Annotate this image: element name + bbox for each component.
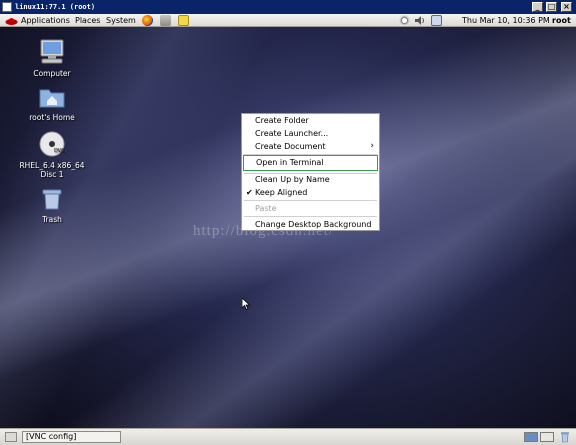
menu-item-label: Paste	[255, 204, 277, 213]
dvd-icon: DVD	[13, 131, 91, 159]
taskbar-item-vnc-config[interactable]: [VNC config]	[22, 431, 121, 443]
show-desktop-icon[interactable]	[5, 432, 17, 442]
menu-item-label: Create Document	[255, 142, 326, 151]
menu-item-label: Create Launcher...	[255, 129, 329, 138]
vnc-titlebar[interactable]: linux11:77.1 (root) _ □ ×	[0, 0, 576, 14]
system-menu[interactable]: System	[106, 15, 136, 26]
places-menu[interactable]: Places	[75, 15, 100, 26]
menu-item-label: Open in Terminal	[256, 158, 324, 167]
menu-item-label: Keep Aligned	[255, 188, 308, 197]
menu-item-create-document[interactable]: Create Document ›	[243, 140, 378, 153]
chevron-right-icon: ›	[370, 141, 374, 151]
workspace-1[interactable]	[524, 432, 538, 442]
desktop-icon-trash[interactable]: Trash	[13, 187, 91, 224]
bottom-panel: [VNC config]	[0, 428, 576, 445]
mouse-pointer-icon	[241, 295, 251, 314]
desktop-icon-computer[interactable]: Computer	[13, 39, 91, 78]
menu-item-change-desktop-background[interactable]: Change Desktop Background	[243, 218, 378, 231]
menu-separator	[244, 200, 377, 201]
desktop-context-menu: Create Folder Create Launcher... Create …	[241, 113, 380, 231]
desktop-icon-label: RHEL_6.4 x86_64 Disc 1	[19, 161, 85, 179]
applications-menu[interactable]: Applications	[21, 15, 70, 26]
top-panel: Applications Places System Thu Mar 10, 1…	[0, 14, 576, 27]
menu-separator	[244, 216, 377, 217]
menu-item-create-launcher[interactable]: Create Launcher...	[243, 127, 378, 140]
home-folder-icon	[13, 85, 91, 111]
maximize-button[interactable]: □	[546, 2, 557, 12]
clock[interactable]: Thu Mar 10, 10:36 PM	[462, 15, 550, 26]
network-icon[interactable]	[431, 15, 442, 26]
menu-item-clean-up-by-name[interactable]: Clean Up by Name	[243, 173, 378, 186]
desktop-icon-label: Trash	[42, 215, 62, 224]
taskbar-item-label: [VNC config]	[26, 432, 77, 441]
computer-icon	[13, 39, 91, 67]
trash-icon	[13, 187, 91, 213]
desktop-icon-label: Computer	[33, 69, 71, 78]
menu-item-paste: Paste	[243, 202, 378, 215]
menu-item-label: Create Folder	[255, 116, 309, 125]
trash-applet-icon[interactable]	[560, 431, 570, 445]
close-button[interactable]: ×	[561, 2, 572, 12]
menu-item-open-in-terminal[interactable]: Open in Terminal	[243, 155, 378, 171]
vnc-app-icon	[2, 2, 12, 12]
checkmark-icon: ✔	[246, 188, 253, 197]
menu-item-keep-aligned[interactable]: ✔ Keep Aligned	[243, 186, 378, 199]
firefox-icon[interactable]	[142, 15, 153, 26]
menu-item-label: Clean Up by Name	[255, 175, 330, 184]
menu-item-label: Change Desktop Background	[255, 220, 372, 229]
minimize-button[interactable]: _	[532, 2, 543, 12]
update-icon[interactable]	[399, 15, 410, 26]
menu-item-create-folder[interactable]: Create Folder	[243, 114, 378, 127]
desktop-icon-label: root's Home	[29, 113, 75, 122]
evolution-mail-icon[interactable]	[160, 15, 171, 26]
workspace-2[interactable]	[540, 432, 554, 442]
svg-text:DVD: DVD	[54, 148, 65, 154]
notes-icon[interactable]	[178, 15, 189, 26]
vnc-window-title: linux11:77.1 (root)	[15, 3, 96, 11]
desktop-icon-home[interactable]: root's Home	[13, 85, 91, 122]
desktop-icon-disc[interactable]: DVD RHEL_6.4 x86_64 Disc 1	[13, 131, 91, 179]
user-name[interactable]: root	[552, 15, 571, 26]
